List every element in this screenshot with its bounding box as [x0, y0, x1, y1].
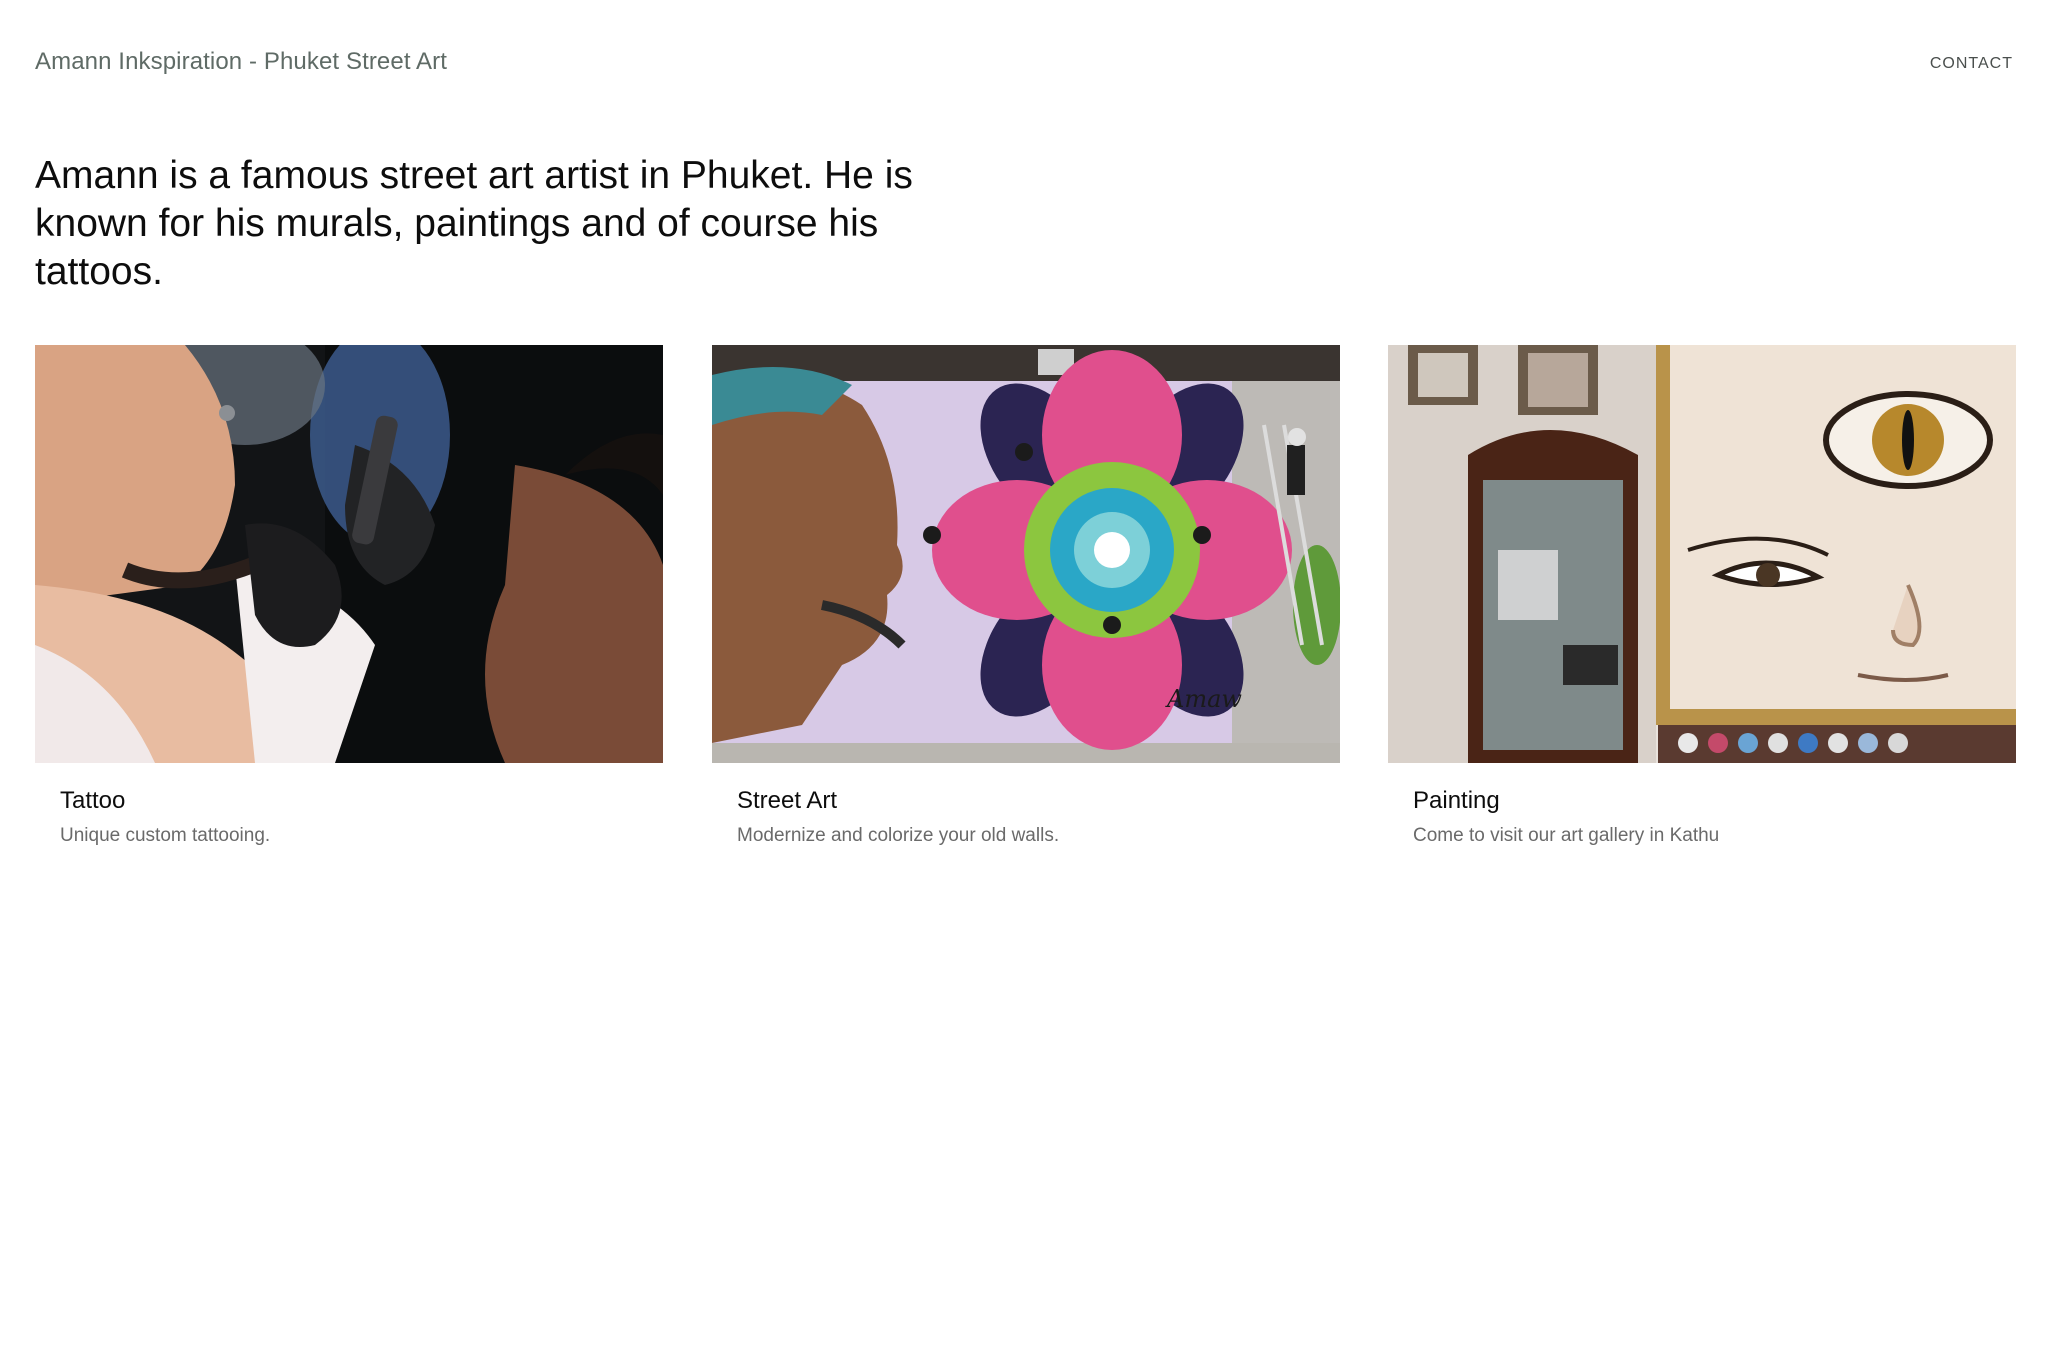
gallery-photo-icon[interactable] — [1388, 345, 2016, 763]
card-title: Tattoo — [60, 787, 126, 814]
card-street-art[interactable]: Amaw Street Art Modernize and colorize y… — [712, 345, 1340, 865]
card-tattoo[interactable]: Tattoo Unique custom tattooing. — [35, 345, 663, 865]
card-description: Unique custom tattooing. — [60, 825, 271, 846]
tattoo-photo-icon[interactable] — [35, 345, 663, 763]
services-grid: Tattoo Unique custom tattooing. Amaw Str… — [35, 345, 2016, 865]
card-title: Street Art — [737, 787, 838, 814]
mural-photo-icon[interactable]: Amaw — [712, 345, 1340, 763]
card-description: Modernize and colorize your old walls. — [737, 825, 1060, 846]
contact-link[interactable]: CONTACT — [1930, 55, 2013, 73]
site-header: Amann Inkspiration - Phuket Street Art C… — [0, 0, 2048, 130]
card-title: Painting — [1413, 787, 1500, 814]
card-description: Come to visit our art gallery in Kathu — [1413, 825, 1720, 846]
intro-text: Amann is a famous street art artist in P… — [35, 154, 913, 293]
site-title-link[interactable]: Amann Inkspiration - Phuket Street Art — [35, 48, 447, 76]
card-painting[interactable]: Painting Come to visit our art gallery i… — [1388, 345, 2016, 865]
svg-text:Amaw: Amaw — [1165, 685, 1242, 713]
